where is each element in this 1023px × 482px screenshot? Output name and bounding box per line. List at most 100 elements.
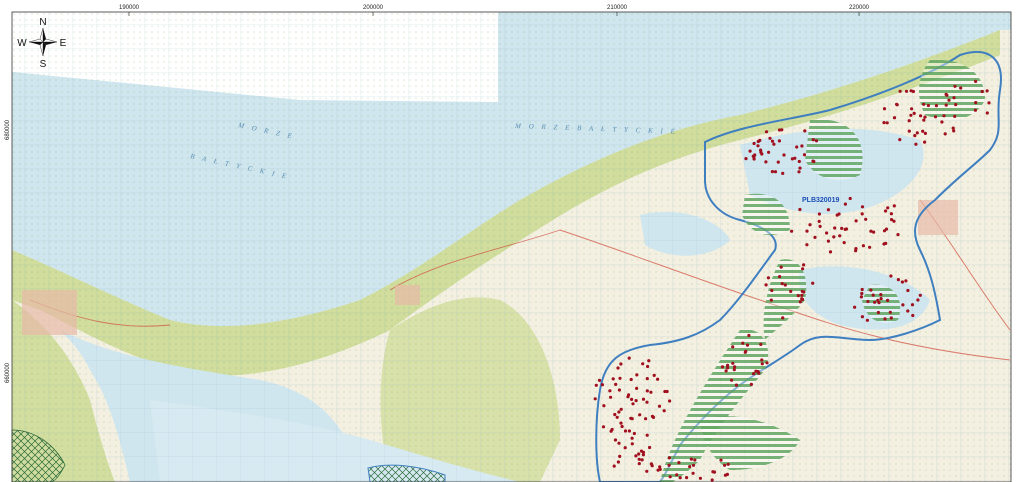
site-point <box>860 212 864 216</box>
site-point <box>744 349 748 353</box>
site-point <box>725 472 730 476</box>
site-point <box>889 274 893 278</box>
site-point <box>800 293 804 297</box>
site-point <box>798 207 802 212</box>
site-point <box>833 226 837 230</box>
site-point <box>698 476 703 480</box>
site-point <box>656 377 660 381</box>
site-point <box>641 362 645 366</box>
site-point <box>609 429 613 433</box>
site-point <box>921 129 925 133</box>
site-point <box>826 239 831 243</box>
site-point <box>597 378 602 382</box>
site-point <box>732 368 736 372</box>
site-point <box>691 463 696 467</box>
x-tick-label: 210000 <box>607 5 628 11</box>
site-point <box>688 465 692 469</box>
town-east <box>918 200 958 235</box>
site-point <box>872 230 876 234</box>
town-west <box>22 290 77 335</box>
site-point <box>865 318 870 322</box>
site-point <box>772 142 776 146</box>
site-point <box>987 101 991 105</box>
compass-west-label: W <box>17 38 27 49</box>
town-centre <box>395 285 420 305</box>
site-point <box>952 129 956 133</box>
site-point <box>944 92 948 96</box>
site-point <box>837 212 841 216</box>
site-point <box>954 103 958 107</box>
site-point <box>959 86 963 90</box>
site-point <box>916 298 920 302</box>
site-point <box>726 462 730 466</box>
topographic-map: 190000 200000 210000 220000 680000 66000… <box>5 5 1012 482</box>
site-point <box>843 202 848 206</box>
site-point <box>883 317 887 321</box>
site-point <box>825 231 829 235</box>
site-point <box>848 196 852 201</box>
site-point <box>828 250 833 254</box>
site-point <box>662 409 666 413</box>
site-point <box>838 234 842 238</box>
site-point <box>911 313 915 318</box>
site-point <box>733 365 737 369</box>
site-point <box>795 145 799 149</box>
site-point <box>919 114 923 118</box>
site-point <box>668 399 672 403</box>
site-point <box>741 341 745 345</box>
site-point <box>726 366 730 370</box>
site-point <box>744 157 748 161</box>
site-point <box>780 282 784 286</box>
site-point <box>876 298 880 302</box>
site-point <box>630 442 634 446</box>
site-point <box>752 141 756 146</box>
site-point <box>884 209 888 213</box>
site-point <box>904 279 908 283</box>
site-point <box>904 89 909 93</box>
site-point <box>747 333 751 338</box>
site-point <box>627 393 631 397</box>
site-point <box>832 235 836 239</box>
site-point <box>914 142 918 146</box>
site-point <box>749 382 754 386</box>
site-point <box>711 470 715 474</box>
site-point <box>665 389 669 394</box>
site-point <box>593 397 597 401</box>
site-point <box>602 404 606 408</box>
site-point <box>637 457 641 461</box>
site-point <box>890 218 894 222</box>
site-point <box>876 310 881 315</box>
site-point <box>651 415 656 419</box>
site-point <box>645 433 649 437</box>
site-point <box>805 243 809 247</box>
site-point <box>980 89 984 94</box>
site-point <box>730 378 734 382</box>
site-point <box>802 263 806 267</box>
site-point <box>765 361 769 365</box>
site-point <box>631 402 635 406</box>
site-point <box>764 130 769 134</box>
site-point <box>634 399 638 403</box>
site-point <box>813 235 817 239</box>
x-tick-label: 190000 <box>119 5 140 11</box>
site-point <box>898 138 902 142</box>
site-point <box>719 458 723 462</box>
site-point <box>892 204 896 208</box>
site-point <box>645 389 649 393</box>
y-tick-label: 680000 <box>5 119 11 140</box>
site-point <box>790 157 795 161</box>
site-point <box>639 449 644 453</box>
site-point <box>752 372 756 376</box>
site-point <box>637 462 641 466</box>
site-point <box>906 309 910 313</box>
site-point <box>617 441 621 445</box>
site-point <box>634 454 638 458</box>
site-point <box>911 89 916 94</box>
site-point <box>777 139 782 143</box>
site-point <box>770 170 775 174</box>
site-point <box>882 242 886 246</box>
site-point <box>869 288 873 292</box>
site-point <box>767 150 771 154</box>
site-point <box>689 457 694 461</box>
site-point <box>678 476 682 480</box>
